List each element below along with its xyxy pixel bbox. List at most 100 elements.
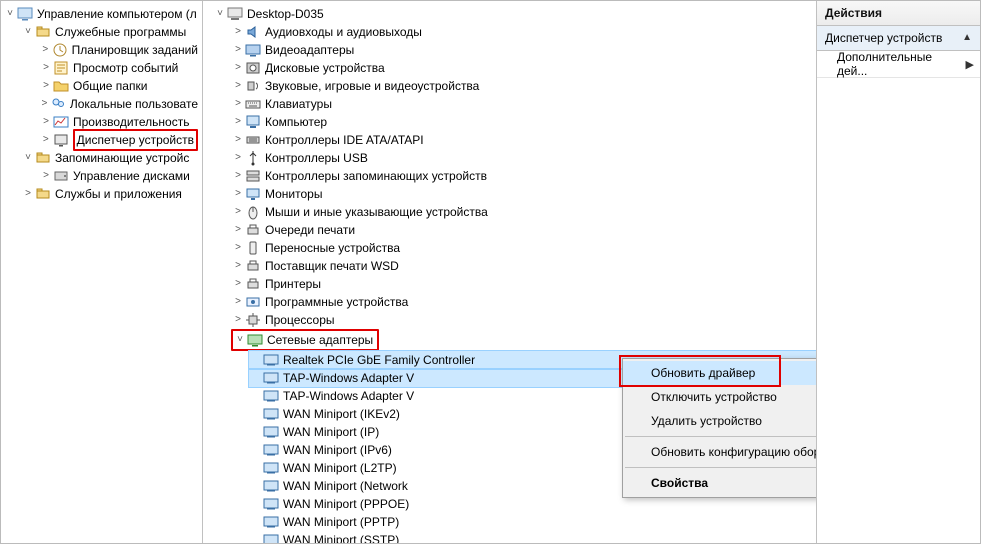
chevron-right-icon[interactable]: > bbox=[231, 275, 245, 293]
chevron-right-icon[interactable]: > bbox=[231, 257, 245, 275]
menu-item[interactable]: Обновить конфигурацию оборудования bbox=[623, 440, 817, 464]
tree-item[interactable]: >Просмотр событий bbox=[39, 59, 202, 77]
chevron-right-icon[interactable]: > bbox=[231, 149, 245, 167]
app-window: ˅ Управление компьютером (л ˅Служебные п… bbox=[0, 0, 981, 544]
chevron-right-icon[interactable]: > bbox=[231, 59, 245, 77]
chevron-right-icon[interactable]: > bbox=[39, 167, 53, 185]
device-category[interactable]: >Программные устройства bbox=[231, 293, 816, 311]
chevron-right-icon[interactable]: > bbox=[231, 293, 245, 311]
chevron-right-icon[interactable]: > bbox=[39, 77, 53, 95]
spacer: • bbox=[249, 441, 263, 459]
network-device[interactable]: •WAN Miniport (SSTP) bbox=[249, 531, 816, 543]
menu-item[interactable]: Обновить драйвер bbox=[623, 361, 817, 385]
device-category[interactable]: >Аудиовходы и аудиовыходы bbox=[231, 23, 816, 41]
chevron-right-icon[interactable]: > bbox=[231, 221, 245, 239]
device-category[interactable]: >Звуковые, игровые и видеоустройства bbox=[231, 77, 816, 95]
chevron-right-icon[interactable]: > bbox=[39, 113, 53, 131]
device-category-network[interactable]: ˅Сетевые адаптеры bbox=[233, 331, 377, 349]
clock-icon bbox=[52, 42, 68, 58]
device-category[interactable]: >Мыши и иные указывающие устройства bbox=[231, 203, 816, 221]
net-dev-icon bbox=[263, 442, 279, 458]
chevron-right-icon[interactable]: > bbox=[231, 167, 245, 185]
menu-item[interactable]: Свойства bbox=[623, 471, 817, 495]
tree-item-label: Видеоадаптеры bbox=[265, 41, 354, 59]
chevron-down-icon[interactable]: ˅ bbox=[21, 149, 35, 167]
chevron-right-icon[interactable]: > bbox=[39, 131, 53, 149]
chevron-right-icon[interactable]: > bbox=[231, 113, 245, 131]
chevron-right-icon[interactable]: > bbox=[231, 311, 245, 329]
tree-item[interactable]: >Общие папки bbox=[39, 77, 202, 95]
menu-item[interactable]: Отключить устройство bbox=[623, 385, 817, 409]
chevron-right-icon[interactable]: > bbox=[39, 95, 50, 113]
chevron-right-icon[interactable]: > bbox=[231, 41, 245, 59]
tree-group[interactable]: >Службы и приложения bbox=[21, 185, 202, 203]
device-root[interactable]: ˅ Desktop-D035 bbox=[213, 5, 816, 23]
chevron-right-icon[interactable]: > bbox=[39, 59, 53, 77]
tree-item[interactable]: > Планировщик заданий bbox=[39, 41, 202, 59]
tree-group[interactable]: ˅Служебные программы bbox=[21, 23, 202, 41]
tree-item-label: Процессоры bbox=[265, 311, 335, 329]
computer-management-icon bbox=[17, 6, 33, 22]
device-category[interactable]: >Контроллеры USB bbox=[231, 149, 816, 167]
disk-mgmt-icon bbox=[53, 168, 69, 184]
device-category[interactable]: > Дисковые устройства bbox=[231, 59, 816, 77]
group-icon bbox=[35, 24, 51, 40]
chevron-down-icon[interactable]: ˅ bbox=[3, 5, 17, 23]
chevron-down-icon[interactable]: ˅ bbox=[213, 5, 227, 23]
menu-item-label: Обновить драйвер bbox=[651, 366, 755, 380]
spacer: • bbox=[249, 477, 263, 495]
device-category[interactable]: > Принтеры bbox=[231, 275, 816, 293]
device-category[interactable]: > Очереди печати bbox=[231, 221, 816, 239]
tree-item-label: Клавиатуры bbox=[265, 95, 332, 113]
tree-item-label: WAN Miniport (L2TP) bbox=[283, 459, 397, 477]
tree-item-label: Компьютер bbox=[265, 113, 327, 131]
spacer: • bbox=[249, 531, 263, 543]
device-category[interactable]: >Контроллеры IDE ATA/ATAPI bbox=[231, 131, 816, 149]
chevron-down-icon[interactable]: ˅ bbox=[21, 23, 35, 41]
chevron-right-icon[interactable]: > bbox=[39, 41, 52, 59]
highlight-network-adapters: ˅Сетевые адаптеры bbox=[231, 329, 379, 351]
chevron-down-icon[interactable]: ˅ bbox=[233, 331, 247, 349]
management-tree[interactable]: ˅ Управление компьютером (л ˅Служебные п… bbox=[1, 5, 202, 203]
device-category[interactable]: >Контроллеры запоминающих устройств bbox=[231, 167, 816, 185]
tree-item-label: Дисковые устройства bbox=[265, 59, 385, 77]
tree-item-label: WAN Miniport (IP) bbox=[283, 423, 379, 441]
device-category[interactable]: > Процессоры bbox=[231, 311, 816, 329]
tree-group[interactable]: ˅Запоминающие устройс bbox=[21, 149, 202, 167]
tree-item-label: WAN Miniport (IPv6) bbox=[283, 441, 392, 459]
device-category[interactable]: >Поставщик печати WSD bbox=[231, 257, 816, 275]
collapse-up-icon[interactable]: ▲ bbox=[962, 26, 972, 50]
device-category[interactable]: >Переносные устройства bbox=[231, 239, 816, 257]
device-category[interactable]: > Клавиатуры bbox=[231, 95, 816, 113]
actions-section[interactable]: Диспетчер устройств ▲ bbox=[817, 26, 980, 51]
tree-item[interactable]: >Управление дисками bbox=[39, 167, 202, 185]
tree-item-label: Очереди печати bbox=[265, 221, 355, 239]
chevron-right-icon[interactable]: > bbox=[231, 77, 245, 95]
tree-item-label: WAN Miniport (PPTP) bbox=[283, 513, 399, 531]
device-mgr-icon bbox=[53, 132, 69, 148]
device-category[interactable]: >Мониторы bbox=[231, 185, 816, 203]
actions-more[interactable]: Дополнительные дей... ▶ bbox=[817, 51, 980, 78]
chevron-right-icon[interactable]: > bbox=[231, 203, 245, 221]
tree-item[interactable]: >Локальные пользовате bbox=[39, 95, 202, 113]
net-dev-icon bbox=[263, 424, 279, 440]
context-menu[interactable]: Обновить драйвер Отключить устройствоУдал… bbox=[622, 358, 817, 498]
device-category[interactable]: > Видеоадаптеры bbox=[231, 41, 816, 59]
menu-item[interactable]: Удалить устройство bbox=[623, 409, 817, 433]
tree-root[interactable]: ˅ Управление компьютером (л bbox=[3, 5, 202, 23]
sound-icon bbox=[245, 78, 261, 94]
tree-item-label: Планировщик заданий bbox=[72, 41, 198, 59]
chevron-right-icon[interactable]: > bbox=[231, 239, 245, 257]
network-device[interactable]: •WAN Miniport (PPTP) bbox=[249, 513, 816, 531]
tree-item[interactable]: >Диспетчер устройств bbox=[39, 131, 202, 149]
tree-item-label: Принтеры bbox=[265, 275, 321, 293]
audio-icon bbox=[245, 24, 261, 40]
chevron-right-icon[interactable]: > bbox=[21, 185, 35, 203]
spacer: • bbox=[249, 423, 263, 441]
chevron-right-icon[interactable]: > bbox=[231, 185, 245, 203]
chevron-right-icon[interactable]: > bbox=[231, 131, 245, 149]
chevron-right-icon[interactable]: > bbox=[231, 23, 245, 41]
tree-item-label: WAN Miniport (IKEv2) bbox=[283, 405, 400, 423]
device-category[interactable]: > Компьютер bbox=[231, 113, 816, 131]
chevron-right-icon[interactable]: > bbox=[231, 95, 245, 113]
